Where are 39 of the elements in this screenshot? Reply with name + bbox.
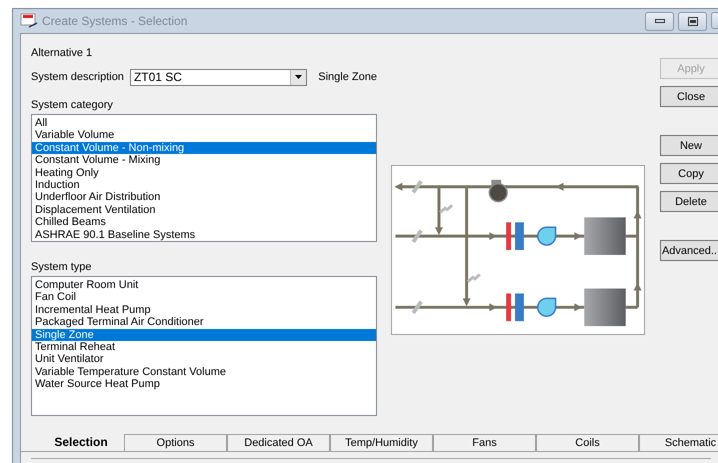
list-item[interactable]: Variable Temperature Constant Volume [32, 366, 376, 378]
dialog-button[interactable]: Close [660, 86, 718, 107]
system-description-combo[interactable]: ZT01 SC [130, 68, 308, 86]
list-item[interactable]: Constant Volume - Mixing [32, 154, 376, 167]
dialog-button[interactable]: Advanced... [660, 240, 718, 261]
list-item[interactable]: ASHRAE 90.1 Baseline Systems [32, 228, 376, 241]
alternative-label: Alternative 1 [31, 47, 92, 59]
list-item[interactable]: Single Zone [32, 328, 376, 342]
list-label: System category [31, 99, 114, 111]
dialog-button[interactable]: Copy [660, 163, 718, 184]
list-item[interactable]: Displacement Ventilation [32, 204, 376, 216]
list-box[interactable]: Computer Room Unit Fan Coil Incremental Heat Pump Packaged Terminal Air Conditioner Single Zone Terminal Reheat Unit Ventilator Variable Temperature Constant Volume Water Source Heat Pump [31, 276, 377, 416]
field-label: System description [31, 71, 124, 83]
list-label: System type [31, 261, 93, 273]
list-box[interactable]: All Variable Volume Constant Volume - Non-mixing Constant Volume - Mixing Heating Only Induction Underfloor Air Distribution Displacement Ventilation Chilled Beams ASHRAE 90.1 Baseline Systems [31, 114, 377, 242]
list-item[interactable]: Incremental Heat Pump [32, 304, 376, 316]
list-item[interactable]: Unit Ventilator [32, 353, 376, 366]
list-item[interactable]: Terminal Reheat [32, 341, 376, 354]
list-item[interactable]: Variable Volume [32, 129, 376, 142]
list-item[interactable]: All [32, 117, 376, 130]
tab[interactable]: Options [124, 434, 227, 451]
list-item[interactable]: Induction [32, 179, 376, 192]
list-item[interactable]: Fan Coil [32, 291, 376, 304]
tab[interactable]: Schematic [639, 434, 718, 451]
list-item[interactable]: Packaged Terminal Air Conditioner [32, 316, 376, 329]
dialog-button[interactable]: Delete [660, 191, 718, 212]
list-item[interactable]: Chilled Beams [32, 216, 376, 229]
list-item[interactable]: Water Source Heat Pump [32, 378, 376, 391]
tab[interactable]: Fans [433, 434, 536, 451]
system-type-name: Single Zone [318, 71, 377, 83]
tab[interactable]: Coils [536, 434, 639, 451]
dialog-button[interactable]: New [660, 135, 718, 156]
list-item[interactable]: Computer Room Unit [32, 279, 376, 292]
list-item[interactable]: Underfloor Air Distribution [32, 191, 376, 204]
tab[interactable]: Dedicated OA [227, 434, 330, 451]
window-title: Create Systems - Selection [42, 14, 188, 28]
list-item[interactable]: Constant Volume - Non-mixing [32, 142, 376, 154]
tab[interactable]: Temp/Humidity [330, 434, 433, 451]
list-item[interactable]: Heating Only [32, 166, 376, 180]
